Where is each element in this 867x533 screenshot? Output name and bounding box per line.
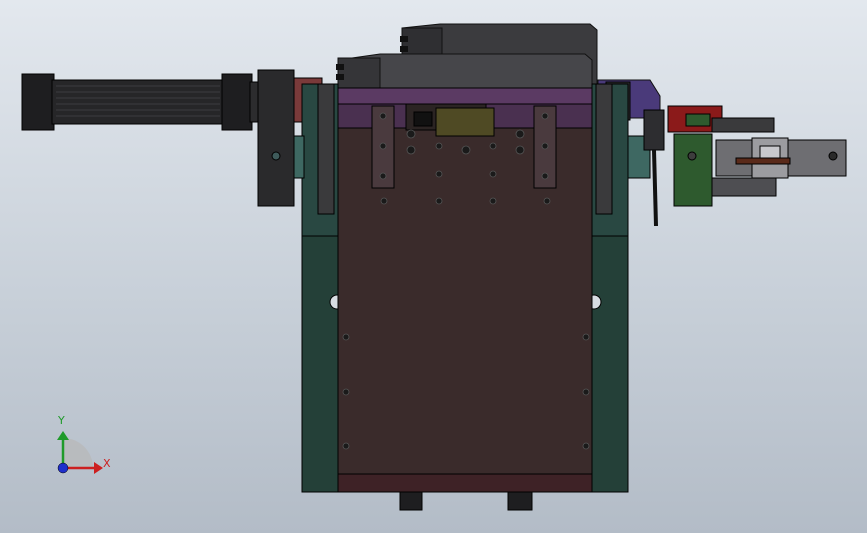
top-motor-housing (336, 23, 598, 93)
coordinate-triad (57, 431, 103, 474)
left-servo-motor (21, 69, 323, 207)
bottom-connectors (399, 491, 533, 511)
cad-viewport[interactable]: X Y (0, 0, 867, 533)
right-cylinder-assembly (643, 105, 847, 227)
assembly-model[interactable] (0, 0, 867, 533)
z-axis-dot (57, 462, 69, 474)
x-axis-label: X (103, 457, 111, 470)
y-axis-label: Y (58, 414, 65, 427)
